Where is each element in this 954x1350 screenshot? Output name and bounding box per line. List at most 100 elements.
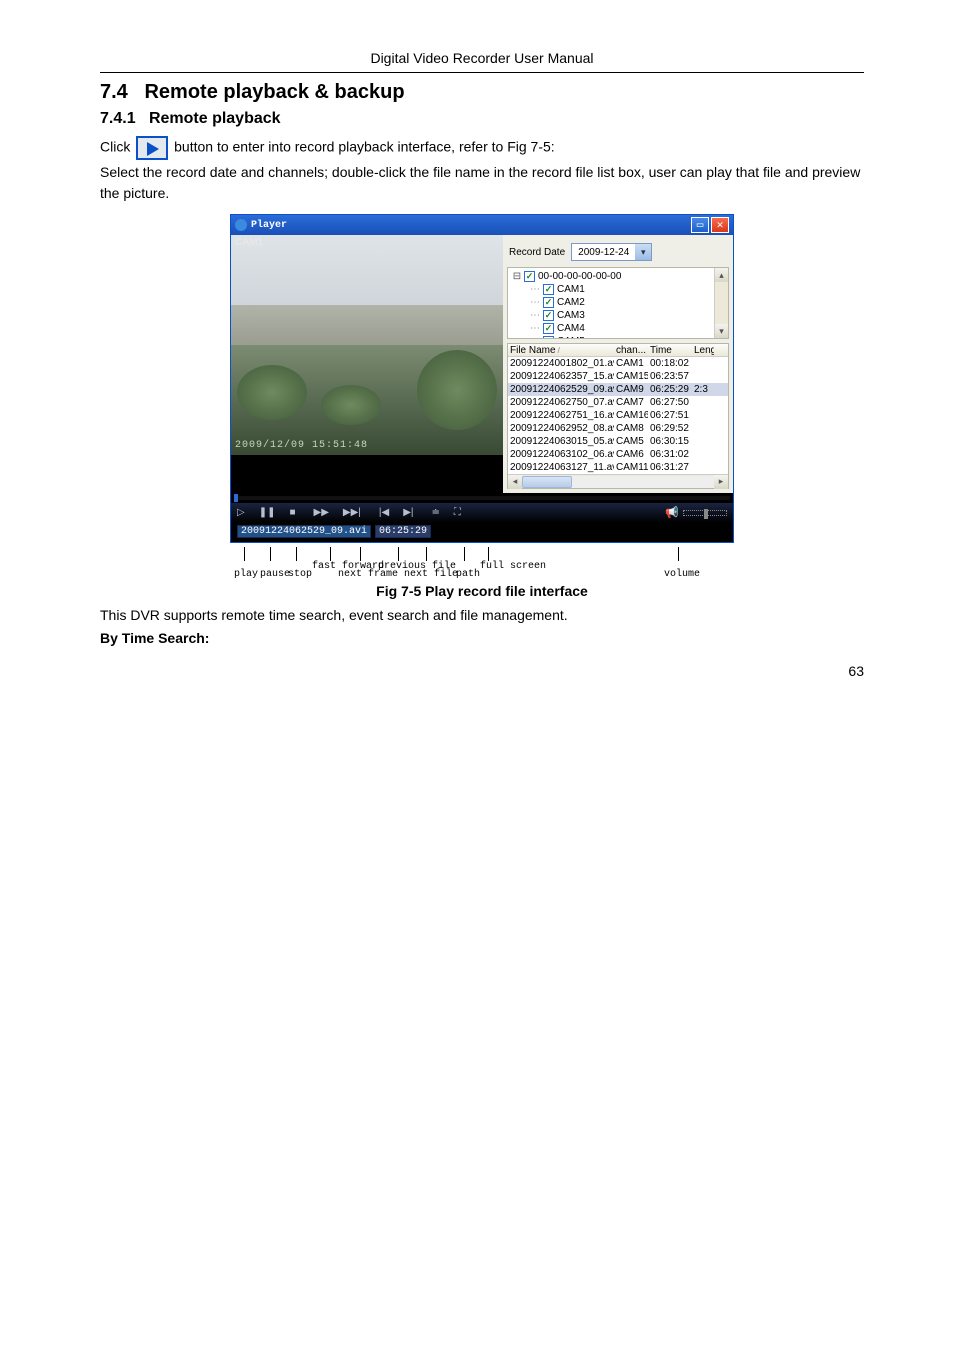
video-timestamp: 2009/12/09 15:51:48 xyxy=(235,440,368,451)
status-file: 20091224062529_09.avi xyxy=(237,525,371,538)
scroll-left-icon[interactable]: ◂ xyxy=(508,475,522,489)
cell-filename: 20091224001802_01.avi xyxy=(508,358,614,369)
scroll-up-icon[interactable]: ▴ xyxy=(715,268,728,282)
cell-time: 06:30:15 xyxy=(648,436,692,447)
file-row[interactable]: 20091224062952_08.aviCAM806:29:52 xyxy=(508,422,728,435)
cell-channel: CAM1 xyxy=(614,358,648,369)
file-row[interactable]: 20091224062751_16.aviCAM1606:27:51 xyxy=(508,409,728,422)
window-title: Player xyxy=(251,220,287,231)
fullscreen-button[interactable]: ⛶ xyxy=(454,507,461,518)
col-channel[interactable]: chan... xyxy=(614,345,648,356)
volume-slider[interactable] xyxy=(683,510,727,516)
stop-button[interactable]: ■ xyxy=(289,507,295,518)
collapse-icon[interactable]: ⊟ xyxy=(512,271,522,282)
cell-time: 06:27:50 xyxy=(648,397,692,408)
scroll-thumb[interactable] xyxy=(522,476,572,488)
file-list-hscroll[interactable]: ◂ ▸ xyxy=(508,474,728,488)
status-time: 06:25:29 xyxy=(375,525,431,538)
cell-channel: CAM16 xyxy=(614,410,648,421)
next-file-button[interactable]: ▶| xyxy=(403,507,413,518)
col-time[interactable]: Time xyxy=(648,345,692,356)
cell-filename: 20091224062751_16.avi xyxy=(508,410,614,421)
checkbox-icon[interactable]: ✓ xyxy=(543,310,554,321)
play-icon xyxy=(147,142,159,156)
checkbox-icon[interactable]: ✓ xyxy=(524,271,535,282)
channel-tree[interactable]: ⊟ ✓ 00-00-00-00-00-00 ⋯✓CAM1 ⋯✓CAM2 ⋯✓CA… xyxy=(507,267,729,339)
playback-controls: ▷ ❚❚ ■ ▶▶ ▶▶| |◀ ▶| ≐ ⛶ 📢 xyxy=(231,503,733,523)
scroll-down-icon[interactable]: ▾ xyxy=(715,324,728,338)
cell-length: 2:3 xyxy=(692,384,714,395)
maximize-button[interactable]: ▭ xyxy=(691,217,709,233)
previous-file-button[interactable]: |◀ xyxy=(379,507,389,518)
tree-root[interactable]: ⊟ ✓ 00-00-00-00-00-00 xyxy=(512,270,724,283)
checkbox-icon[interactable]: ✓ xyxy=(543,297,554,308)
file-row[interactable]: 20091224062529_09.aviCAM906:25:292:3 xyxy=(508,383,728,396)
anno-pause: pause xyxy=(260,569,290,580)
col-filename[interactable]: File Name/ xyxy=(508,345,614,356)
cell-channel: CAM11 xyxy=(614,462,648,473)
volume-icon[interactable]: 📢 xyxy=(665,506,679,519)
next-frame-button[interactable]: ▶▶| xyxy=(343,507,361,518)
status-bar: 20091224062529_09.avi 06:25:29 xyxy=(231,523,733,542)
section-number: 7.4 xyxy=(100,81,128,103)
col-length[interactable]: Leng^ xyxy=(692,345,714,356)
seek-bar[interactable] xyxy=(234,496,730,500)
intro-para2: Select the record date and channels; dou… xyxy=(100,162,864,204)
file-row[interactable]: 20091224062357_15.aviCAM1506:23:57 xyxy=(508,370,728,383)
video-area: CAM1 2009/12/09 15:51:48 xyxy=(231,235,503,455)
tree-item[interactable]: ⋯✓CAM4 xyxy=(512,322,724,335)
anno-stop: stop xyxy=(288,569,312,580)
record-date-dropdown[interactable]: 2009-12-24 ▾ xyxy=(571,243,652,261)
checkbox-icon[interactable]: ✓ xyxy=(543,323,554,334)
anno-volume: volume xyxy=(664,569,700,580)
fast-forward-button[interactable]: ▶▶ xyxy=(314,507,329,518)
chevron-down-icon: ▾ xyxy=(635,244,651,260)
play-icon-button[interactable] xyxy=(136,136,168,160)
checkbox-icon[interactable]: ✓ xyxy=(543,284,554,295)
camera-label: CAM1 xyxy=(235,237,263,248)
subsection-heading: 7.4.1 Remote playback xyxy=(100,110,864,128)
cell-time: 06:29:52 xyxy=(648,423,692,434)
tree-item[interactable]: ⋯✓CAM3 xyxy=(512,309,724,322)
subsection-title: Remote playback xyxy=(149,110,281,127)
file-row[interactable]: 20091224062750_07.aviCAM706:27:50 xyxy=(508,396,728,409)
tree-item[interactable]: ⋯✓CAM5 xyxy=(512,335,724,339)
file-row[interactable]: 20091224063127_11.aviCAM1106:31:27 xyxy=(508,461,728,474)
file-list-header[interactable]: File Name/ chan... Time Leng^ xyxy=(508,344,728,357)
record-date-label: Record Date xyxy=(509,247,565,258)
checkbox-icon[interactable]: ✓ xyxy=(543,336,554,339)
cell-channel: CAM15 xyxy=(614,371,648,382)
cell-channel: CAM8 xyxy=(614,423,648,434)
tree-item[interactable]: ⋯✓CAM2 xyxy=(512,296,724,309)
cell-filename: 20091224062750_07.avi xyxy=(508,397,614,408)
cell-time: 06:27:51 xyxy=(648,410,692,421)
titlebar[interactable]: Player ▭ ✕ xyxy=(231,215,733,235)
page-number: 63 xyxy=(100,663,864,679)
control-annotations: play pause stop fast forward next frame … xyxy=(230,547,734,581)
tree-cam-label: CAM2 xyxy=(557,297,585,308)
close-button[interactable]: ✕ xyxy=(711,217,729,233)
anno-fullscreen: full screen xyxy=(480,561,546,572)
cell-time: 06:23:57 xyxy=(648,371,692,382)
anno-path: path xyxy=(456,569,480,580)
file-row[interactable]: 20091224063015_05.aviCAM506:30:15 xyxy=(508,435,728,448)
cell-time: 06:31:02 xyxy=(648,449,692,460)
file-row[interactable]: 20091224001802_01.aviCAM100:18:02 xyxy=(508,357,728,370)
cell-channel: CAM9 xyxy=(614,384,648,395)
file-list[interactable]: File Name/ chan... Time Leng^ 2009122400… xyxy=(507,343,729,489)
cell-filename: 20091224062529_09.avi xyxy=(508,384,614,395)
pause-button[interactable]: ❚❚ xyxy=(259,507,276,518)
cell-filename: 20091224062357_15.avi xyxy=(508,371,614,382)
tree-cam-label: CAM5 xyxy=(557,336,585,339)
play-button[interactable]: ▷ xyxy=(237,507,245,518)
tree-scrollbar[interactable]: ▴ ▾ xyxy=(714,268,728,338)
file-row[interactable]: 20091224063102_06.aviCAM606:31:02 xyxy=(508,448,728,461)
cell-filename: 20091224063127_11.avi xyxy=(508,462,614,473)
tree-item[interactable]: ⋯✓CAM1 xyxy=(512,283,724,296)
path-button[interactable]: ≐ xyxy=(431,507,439,518)
tree-root-label: 00-00-00-00-00-00 xyxy=(538,271,621,282)
after-para1: This DVR supports remote time search, ev… xyxy=(100,605,864,626)
scroll-right-icon[interactable]: ▸ xyxy=(714,475,728,489)
seek-thumb[interactable] xyxy=(234,494,238,502)
intro-prefix: Click xyxy=(100,139,130,155)
